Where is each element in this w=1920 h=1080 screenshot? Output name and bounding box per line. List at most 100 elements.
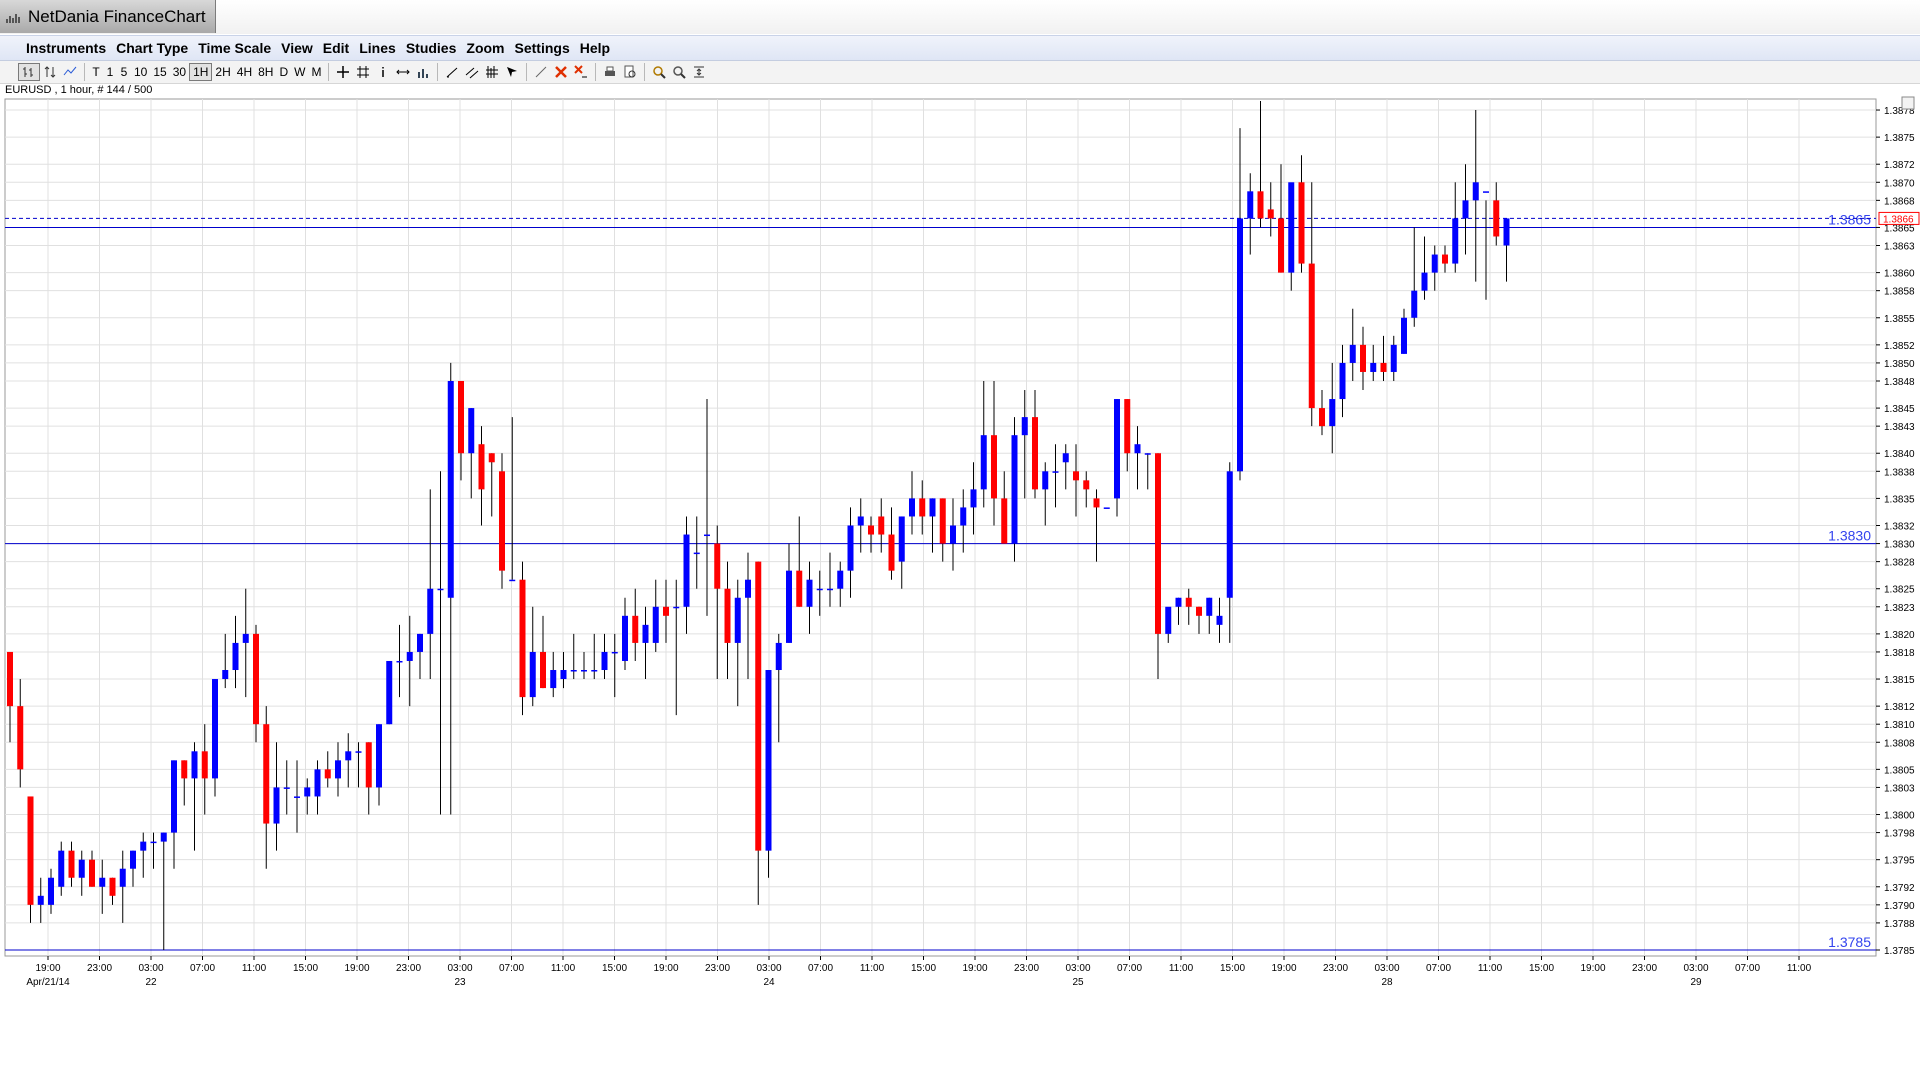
candle-body[interactable] xyxy=(253,633,259,725)
candle-body[interactable] xyxy=(796,570,803,607)
timescale-w[interactable]: W xyxy=(291,63,308,81)
candle-body[interactable] xyxy=(1257,191,1264,219)
candle-body[interactable] xyxy=(857,516,864,526)
candle-body[interactable] xyxy=(1319,408,1325,427)
candle-body[interactable] xyxy=(1124,399,1131,454)
timescale-1h[interactable]: 1H xyxy=(189,63,213,81)
candle-body[interactable] xyxy=(868,525,874,535)
candle-body[interactable] xyxy=(58,850,65,887)
candle-body[interactable] xyxy=(745,579,751,598)
candle-body[interactable] xyxy=(345,751,352,761)
candle-body[interactable] xyxy=(1114,399,1120,499)
candle-body[interactable] xyxy=(1155,453,1161,634)
candle-body[interactable] xyxy=(1503,218,1510,246)
candle-body[interactable] xyxy=(1103,507,1110,509)
candle-body[interactable] xyxy=(611,651,618,654)
candle-body[interactable] xyxy=(1267,209,1274,219)
timescale-4h[interactable]: 4H xyxy=(234,63,255,81)
candle-body[interactable] xyxy=(48,877,54,905)
candle-body[interactable] xyxy=(570,670,577,672)
candle-body[interactable] xyxy=(1216,615,1223,625)
candle-body[interactable] xyxy=(212,679,218,779)
menu-instruments[interactable]: Instruments xyxy=(21,40,111,56)
candle-body[interactable] xyxy=(560,670,567,680)
candle-body[interactable] xyxy=(488,453,495,463)
candle-body[interactable] xyxy=(1401,317,1407,354)
candle-body[interactable] xyxy=(1185,597,1192,607)
candle-body[interactable] xyxy=(909,498,915,517)
candle-body[interactable] xyxy=(437,588,444,591)
candle-body[interactable] xyxy=(1042,471,1049,490)
candle-body[interactable] xyxy=(1380,362,1387,372)
candle-body[interactable] xyxy=(1278,218,1284,273)
candle-body[interactable] xyxy=(365,742,372,788)
print-icon[interactable] xyxy=(600,63,620,81)
candle-body[interactable] xyxy=(929,498,936,517)
candle-body[interactable] xyxy=(1288,182,1295,273)
menu-view[interactable]: View xyxy=(276,40,318,56)
candle-body[interactable] xyxy=(724,588,731,643)
volume-icon[interactable] xyxy=(413,63,433,81)
candle-body[interactable] xyxy=(1083,480,1090,490)
candle-body[interactable] xyxy=(1175,597,1182,607)
candle-body[interactable] xyxy=(1411,290,1418,318)
timescale-5[interactable]: 5 xyxy=(117,63,131,81)
menu-time-scale[interactable]: Time Scale xyxy=(193,40,276,56)
candle-body[interactable] xyxy=(1308,263,1315,409)
delete-all-icon[interactable] xyxy=(571,63,591,81)
candle-body[interactable] xyxy=(458,380,464,454)
candle-body[interactable] xyxy=(786,570,792,643)
candle-body[interactable] xyxy=(1247,191,1254,219)
candle-body[interactable] xyxy=(765,670,772,851)
candle-body[interactable] xyxy=(7,651,13,707)
line-chart-icon[interactable] xyxy=(60,63,80,81)
candle-body[interactable] xyxy=(1237,218,1243,472)
print-preview-icon[interactable] xyxy=(620,63,640,81)
candle-body[interactable] xyxy=(68,850,75,878)
candle-body[interactable] xyxy=(980,435,987,490)
candle-body[interactable] xyxy=(827,588,833,591)
candle-body[interactable] xyxy=(27,796,34,905)
candle-body[interactable] xyxy=(1032,417,1038,490)
candle-body[interactable] xyxy=(632,615,639,643)
candle-body[interactable] xyxy=(775,642,782,671)
candle-body[interactable] xyxy=(898,516,905,562)
zoom-fit-icon[interactable] xyxy=(689,63,709,81)
zoom-out-icon[interactable] xyxy=(669,63,689,81)
candle-body[interactable] xyxy=(396,660,403,663)
timescale-t[interactable]: T xyxy=(89,63,103,81)
candle-body[interactable] xyxy=(447,380,454,598)
candle-body[interactable] xyxy=(1196,606,1202,616)
candle-body[interactable] xyxy=(1298,182,1305,264)
candle-body[interactable] xyxy=(222,670,229,680)
timescale-10[interactable]: 10 xyxy=(131,63,150,81)
candle-body[interactable] xyxy=(1144,453,1151,455)
candle-body[interactable] xyxy=(283,787,290,789)
candle-body[interactable] xyxy=(1431,254,1438,273)
timescale-30[interactable]: 30 xyxy=(170,63,189,81)
candle-body[interactable] xyxy=(242,633,249,643)
candle-body[interactable] xyxy=(591,670,598,672)
candle-body[interactable] xyxy=(1329,399,1336,427)
candle-body[interactable] xyxy=(950,525,956,544)
candle-body[interactable] xyxy=(314,769,321,797)
candle-body[interactable] xyxy=(1226,471,1233,598)
candle-body[interactable] xyxy=(1021,417,1028,436)
menu-zoom[interactable]: Zoom xyxy=(461,40,509,56)
arrow-cursor-icon[interactable] xyxy=(502,63,522,81)
timescale-1[interactable]: 1 xyxy=(103,63,117,81)
candle-body[interactable] xyxy=(1165,606,1172,634)
candle-body[interactable] xyxy=(406,651,413,661)
candle-body[interactable] xyxy=(683,534,690,607)
candle-body[interactable] xyxy=(1093,498,1100,508)
candle-body[interactable] xyxy=(376,724,382,788)
candle-body[interactable] xyxy=(806,579,813,607)
candle-body[interactable] xyxy=(888,534,895,571)
window-title-tab[interactable]: NetDania FinanceChart xyxy=(0,0,216,33)
candle-body[interactable] xyxy=(160,832,167,842)
candle-body[interactable] xyxy=(601,651,608,671)
candle-body[interactable] xyxy=(529,651,536,698)
candle-body[interactable] xyxy=(1370,362,1377,372)
candle-body[interactable] xyxy=(1472,182,1479,201)
candle-body[interactable] xyxy=(417,633,423,652)
